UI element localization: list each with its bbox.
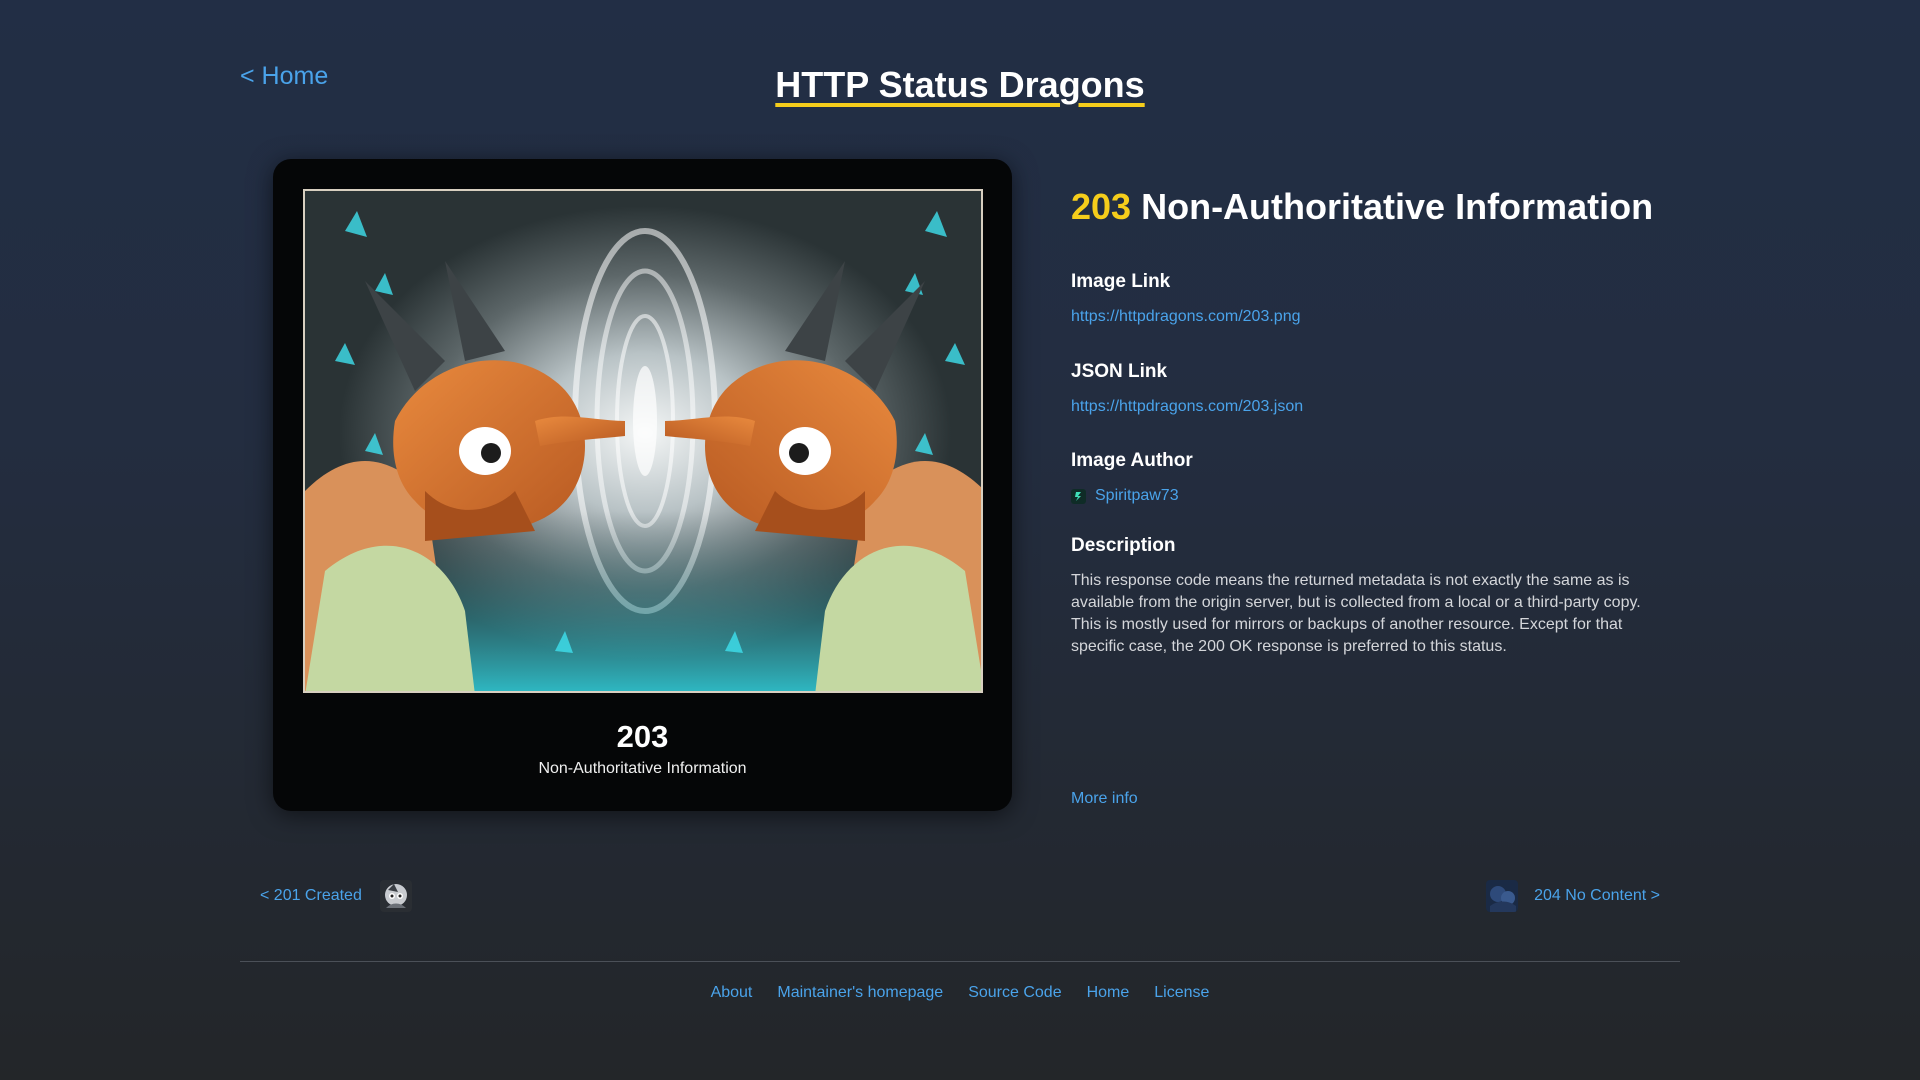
prev-status-nav[interactable]: < 201 Created <box>260 880 412 912</box>
json-link-label: JSON Link <box>1071 361 1168 382</box>
footer-link-source-code[interactable]: Source Code <box>968 984 1061 1002</box>
image-author-label: Image Author <box>1071 450 1193 471</box>
next-status-link[interactable]: 204 No Content > <box>1534 887 1660 905</box>
author-avatar-icon <box>1071 488 1086 504</box>
footer-link-home[interactable]: Home <box>1087 984 1130 1002</box>
card-status-code: 203 <box>616 719 669 754</box>
prev-thumbnail-icon[interactable] <box>379 880 412 912</box>
status-heading: 203 Non-Authoritative Information <box>1071 186 1671 228</box>
footer-link-license[interactable]: License <box>1154 984 1209 1002</box>
more-info-link[interactable]: More info <box>1071 790 1138 808</box>
next-status-nav[interactable]: 204 No Content > <box>1486 880 1660 912</box>
status-code: 203 <box>1071 186 1132 227</box>
footer-nav: About Maintainer's homepage Source Code … <box>0 984 1920 1002</box>
footer-divider <box>240 961 1680 962</box>
site-title: HTTP Status Dragons <box>0 64 1920 106</box>
description-text: This response code means the returned me… <box>1071 572 1641 655</box>
description-label: Description <box>1071 535 1176 556</box>
author-link[interactable]: Spiritpaw73 <box>1095 487 1179 505</box>
dragon-image <box>303 189 983 693</box>
prev-status-link[interactable]: < 201 Created <box>260 887 362 905</box>
image-link[interactable]: https://httpdragons.com/203.png <box>1071 308 1300 326</box>
footer-link-maintainer[interactable]: Maintainer's homepage <box>777 984 943 1002</box>
next-thumbnail-icon[interactable] <box>1486 880 1519 912</box>
status-card: 203 Non-Authoritative Information <box>273 159 1012 811</box>
image-link-label: Image Link <box>1071 271 1171 292</box>
json-link[interactable]: https://httpdragons.com/203.json <box>1071 398 1303 416</box>
site-title-text[interactable]: HTTP Status Dragons <box>775 64 1144 105</box>
author-row: Spiritpaw73 <box>1071 487 1179 505</box>
card-status-label: Non-Authoritative Information <box>538 760 747 777</box>
footer-link-about[interactable]: About <box>711 984 753 1002</box>
status-name: Non-Authoritative Information <box>1141 186 1654 227</box>
